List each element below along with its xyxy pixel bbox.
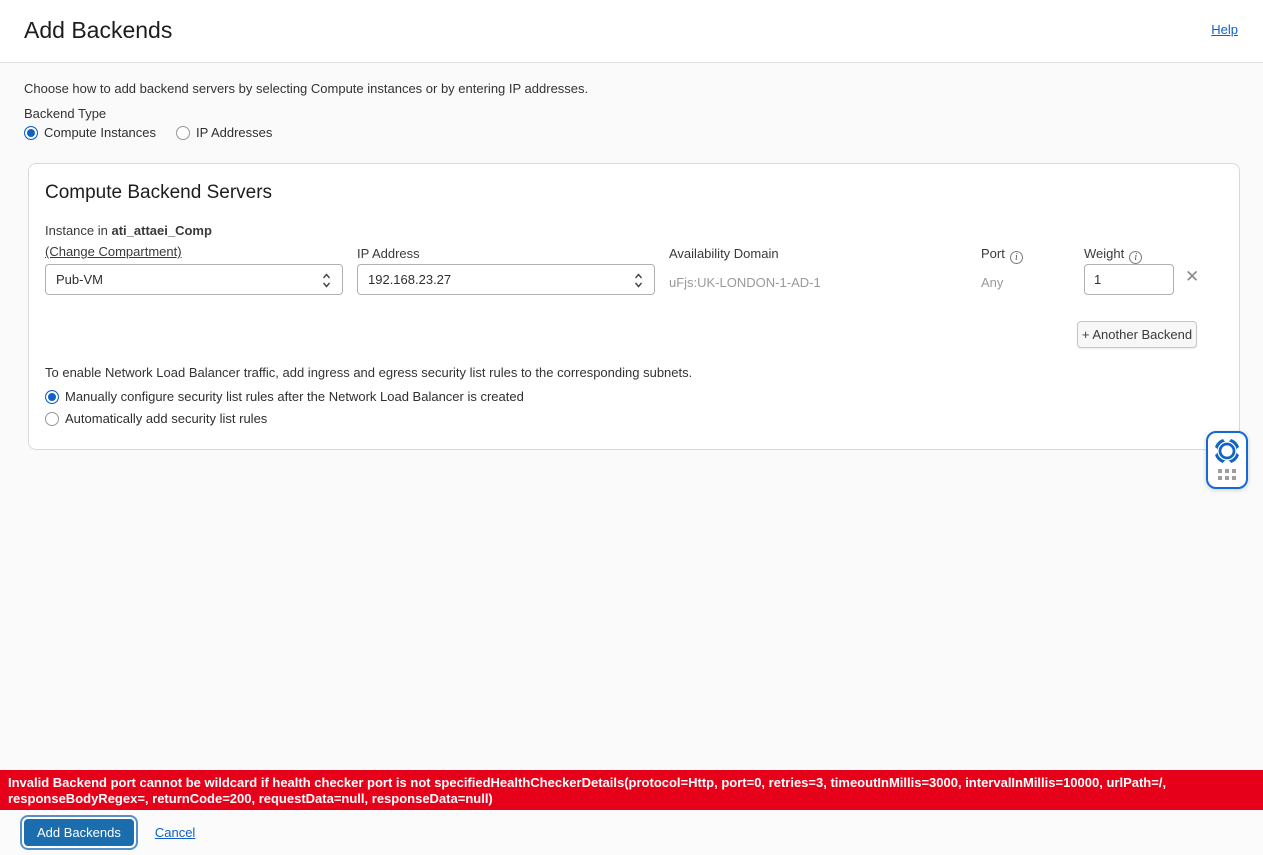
instance-select-value: Pub-VM [56,272,103,287]
radio-selected-icon[interactable] [45,389,59,404]
select-chevrons-icon [322,273,331,288]
instance-select[interactable]: Pub-VM [45,264,343,295]
remove-backend-icon[interactable]: ✕ [1185,268,1199,285]
ip-address-select[interactable]: 192.168.23.27 [357,264,655,295]
footer-actions: Add Backends Cancel [0,810,1263,855]
backend-type-radio-group: Compute Instances IP Addresses [24,125,272,140]
ip-address-select-value: 192.168.23.27 [368,272,452,287]
port-label-text: Port [981,246,1005,261]
radio-unselected-icon[interactable] [176,125,191,140]
ip-address-label: IP Address [357,246,420,261]
port-label: Port i [981,246,1023,264]
page-header: Add Backends Help [0,0,1263,63]
availability-domain-value: uFjs:UK-LONDON-1-AD-1 [669,275,821,290]
compute-backend-servers-card: Compute Backend Servers Instance in ati_… [28,163,1240,450]
availability-domain-label: Availability Domain [669,246,779,261]
weight-input[interactable] [1084,264,1174,295]
instance-label-prefix: Instance in [45,223,112,238]
floating-help-widget[interactable] [1206,431,1248,489]
port-info-icon[interactable]: i [1009,251,1023,264]
radio-ip-addresses[interactable]: IP Addresses [176,125,272,140]
lifebuoy-help-icon[interactable] [1212,436,1242,466]
card-title: Compute Backend Servers [45,182,273,203]
help-link[interactable]: Help [1211,22,1238,37]
cancel-link[interactable]: Cancel [155,825,195,840]
radio-manually-configure[interactable]: Manually configure security list rules a… [45,389,524,404]
backend-type-label: Backend Type [24,106,107,121]
drag-dots-icon[interactable] [1218,469,1236,480]
page-description: Choose how to add backend servers by sel… [24,81,589,96]
page-title: Add Backends [24,17,173,43]
radio-automatically-add[interactable]: Automatically add security list rules [45,411,267,426]
radio-unselected-icon[interactable] [45,411,59,426]
radio-compute-instances[interactable]: Compute Instances [24,125,156,140]
add-backends-button[interactable]: Add Backends [24,819,134,846]
change-compartment-link[interactable]: (Change Compartment) [45,244,182,259]
radio-compute-instances-label: Compute Instances [44,125,157,140]
radio-ip-addresses-label: IP Addresses [196,125,273,140]
compartment-name: ati_attaei_Comp [111,223,212,238]
weight-label-text: Weight [1084,246,1125,261]
weight-label: Weight i [1084,246,1143,264]
instance-label: Instance in ati_attaei_Comp [45,223,212,238]
security-note: To enable Network Load Balancer traffic,… [45,365,693,380]
error-banner: Invalid Backend port cannot be wildcard … [0,770,1263,810]
select-chevrons-icon [634,273,643,288]
port-value: Any [981,275,1004,290]
radio-selected-icon[interactable] [24,125,38,140]
another-backend-button[interactable]: + Another Backend [1077,321,1197,348]
radio-manually-configure-label: Manually configure security list rules a… [65,389,524,404]
radio-automatically-add-label: Automatically add security list rules [65,411,268,426]
weight-info-icon[interactable]: i [1129,251,1143,264]
